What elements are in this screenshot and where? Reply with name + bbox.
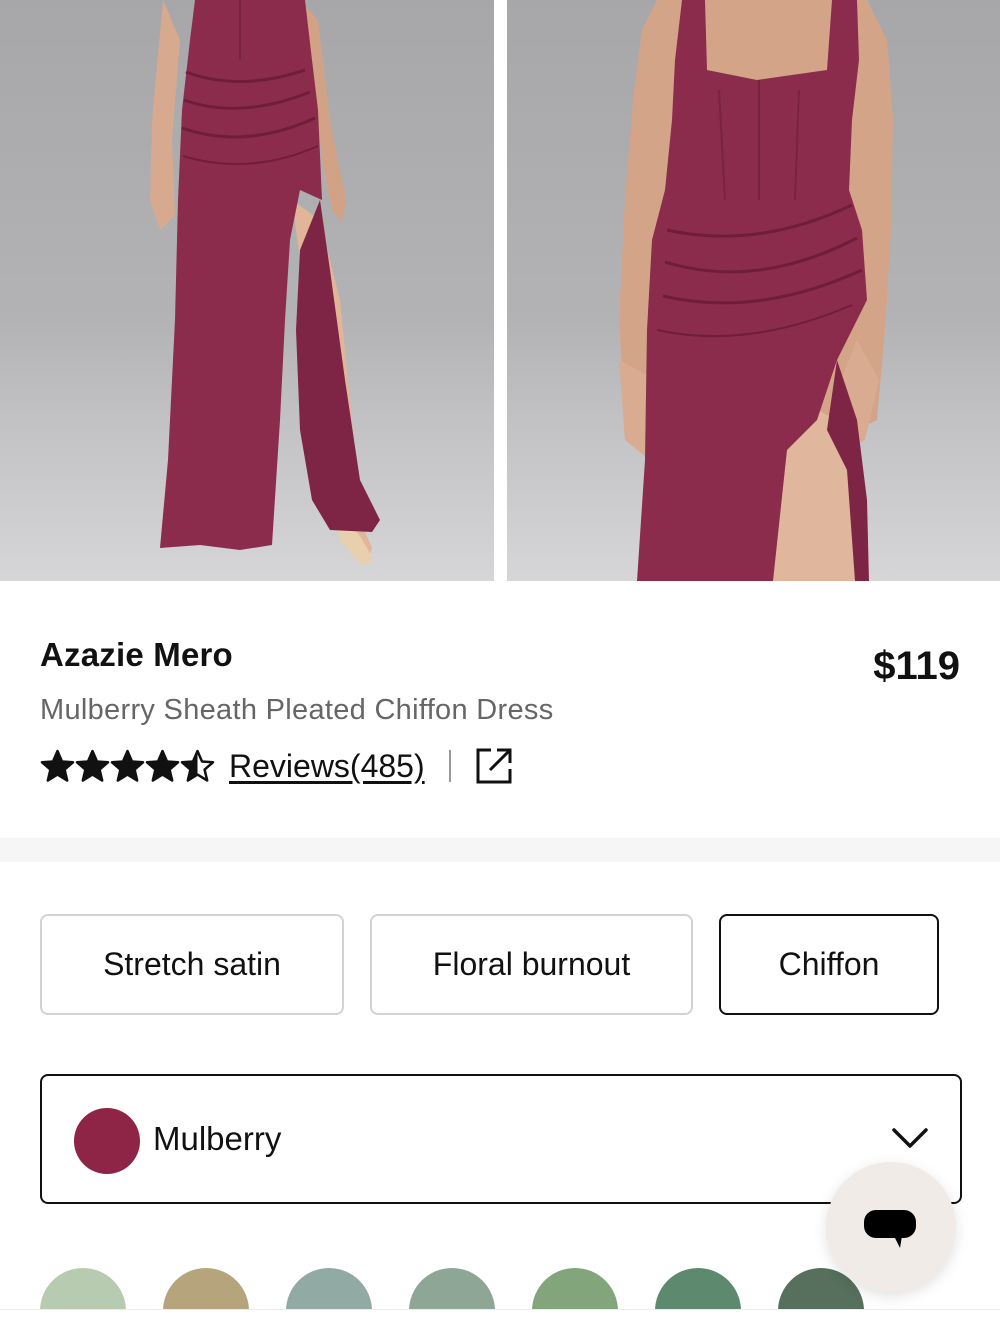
fabric-option-floral-burnout[interactable]: Floral burnout	[370, 914, 693, 1015]
external-link-icon[interactable]	[475, 747, 513, 785]
star-full-icon	[110, 749, 145, 782]
selected-color-label: Mulberry	[153, 1120, 282, 1157]
chevron-down-icon	[892, 1128, 928, 1148]
product-image-front[interactable]	[0, 0, 494, 581]
reviews-link[interactable]: Reviews(485)	[229, 748, 425, 785]
color-swatch[interactable]	[532, 1268, 618, 1309]
product-title: Azazie Mero	[40, 636, 233, 673]
color-swatch[interactable]	[163, 1268, 249, 1309]
star-rating	[40, 749, 215, 784]
color-swatch[interactable]	[286, 1268, 372, 1309]
product-image-closeup[interactable]	[507, 0, 1000, 581]
fabric-option-stretch-satin[interactable]: Stretch satin	[40, 914, 344, 1015]
rating-row: Reviews(485)	[40, 744, 513, 788]
color-swatch[interactable]	[655, 1268, 741, 1309]
color-dropdown[interactable]: Mulberry	[40, 1074, 962, 1204]
star-full-icon	[145, 749, 180, 782]
section-divider	[0, 838, 1000, 862]
color-swatch[interactable]	[40, 1268, 126, 1309]
bottom-bar	[0, 1309, 1000, 1333]
divider	[448, 750, 451, 782]
chat-icon	[864, 1210, 916, 1248]
star-half-icon	[180, 749, 215, 782]
product-price: $119	[873, 644, 960, 688]
star-full-icon	[40, 749, 75, 782]
chat-button[interactable]	[826, 1162, 956, 1292]
product-gallery[interactable]	[0, 0, 1000, 581]
color-swatch[interactable]	[409, 1268, 495, 1309]
fabric-option-chiffon[interactable]: Chiffon	[719, 914, 939, 1015]
selected-color-swatch	[74, 1108, 140, 1174]
product-description: Mulberry Sheath Pleated Chiffon Dress	[40, 694, 554, 726]
star-full-icon	[75, 749, 110, 782]
